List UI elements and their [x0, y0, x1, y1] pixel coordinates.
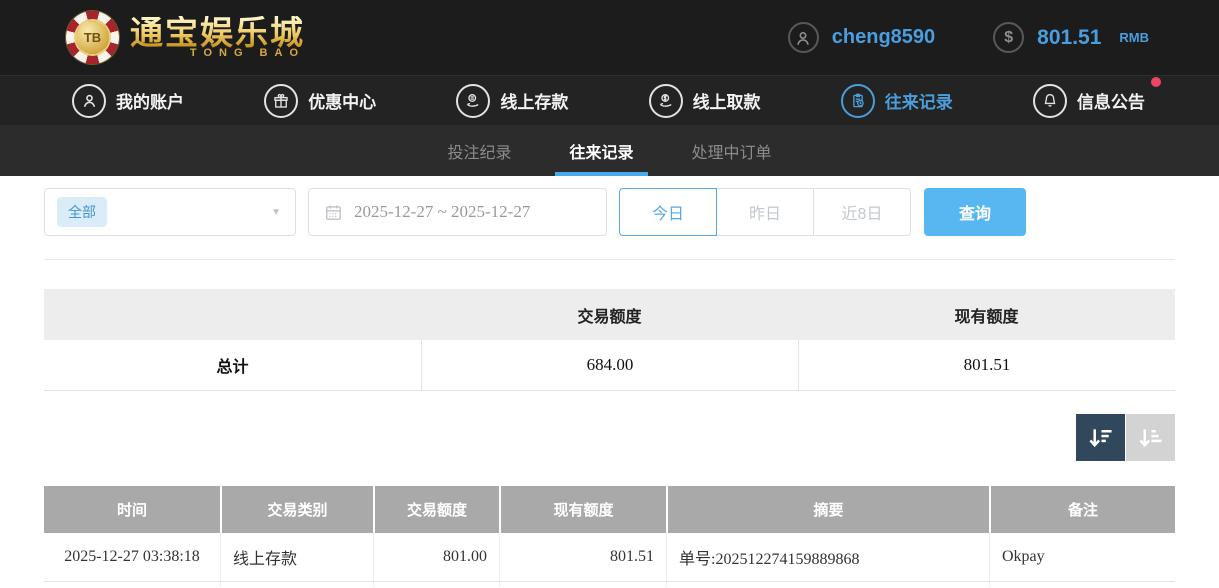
- gift-icon: [264, 84, 298, 118]
- filter-toolbar: 全部 ▼ 2025-12-27 ~ 2025-12-27 今日 昨日 近8日 查…: [44, 188, 1175, 236]
- sort-controls: [44, 414, 1175, 461]
- top-header-bar: TB 通宝娱乐城 TONG BAO cheng8590 $ 801.51 RMB: [0, 0, 1219, 75]
- summary-header-current-amount: 现有额度: [798, 303, 1175, 327]
- currency-label: RMB: [1119, 30, 1149, 45]
- tab-pending-orders[interactable]: 处理中订单: [686, 125, 778, 176]
- cell-summary: 单号:202512274159889868: [666, 533, 989, 581]
- sort-descending-button[interactable]: [1076, 414, 1125, 461]
- summary-total-label: 总计: [44, 340, 421, 390]
- nav-item-my-account[interactable]: 我的账户: [72, 84, 184, 118]
- selected-category-tag: 全部: [57, 197, 107, 227]
- poker-chip-logo-icon: TB: [66, 11, 119, 64]
- yesterday-button[interactable]: 昨日: [716, 188, 814, 236]
- date-range-value: 2025-12-27 ~ 2025-12-27: [354, 202, 530, 222]
- dollar-coin-icon: $: [993, 22, 1024, 53]
- today-button[interactable]: 今日: [619, 188, 717, 236]
- site-logo[interactable]: TB 通宝娱乐城 TONG BAO: [66, 11, 305, 64]
- quick-date-button-group: 今日 昨日 近8日: [619, 188, 911, 236]
- nav-item-online-deposit[interactable]: 线上存款: [456, 84, 568, 118]
- summary-transaction-total: 684.00: [421, 340, 798, 390]
- nav-item-promotions[interactable]: 优惠中心: [264, 84, 376, 118]
- poker-chip-monogram: TB: [76, 21, 109, 54]
- calendar-icon: [324, 203, 343, 222]
- tab-label: 投注纪录: [447, 139, 511, 163]
- summary-header-row: 交易额度 现有额度: [44, 289, 1175, 340]
- brand-text: 通宝娱乐城 TONG BAO: [130, 16, 305, 60]
- tab-label: 处理中订单: [692, 139, 772, 163]
- nav-item-announcements[interactable]: 信息公告: [1033, 84, 1145, 118]
- brand-name-chinese: 通宝娱乐城: [130, 16, 305, 51]
- summary-header-transaction-amount: 交易额度: [421, 303, 798, 327]
- chevron-down-icon: ▼: [271, 207, 281, 218]
- horizontal-divider: [44, 259, 1175, 260]
- tab-betting-records[interactable]: 投注纪录: [441, 125, 517, 176]
- withdraw-coin-icon: [649, 84, 683, 118]
- sort-ascending-button[interactable]: [1126, 414, 1175, 461]
- cell-type: 线上存款: [220, 533, 373, 581]
- cell-time: 2025-12-27 03:38:18: [44, 533, 220, 581]
- column-header-note: 备注: [989, 486, 1175, 533]
- brand-name-english: TONG BAO: [190, 47, 305, 59]
- username-text: cheng8590: [832, 26, 935, 49]
- main-navigation-bar: 我的账户 优惠中心 线上存款: [0, 75, 1219, 125]
- balance-amount: 801.51: [1037, 26, 1101, 50]
- cell-balance: 801.51: [499, 533, 666, 581]
- last-8-days-button[interactable]: 近8日: [813, 188, 911, 236]
- user-icon: [72, 84, 106, 118]
- nav-label: 线上存款: [500, 88, 568, 113]
- header-right-section: cheng8590 $ 801.51 RMB: [788, 22, 1149, 53]
- secondary-tab-bar: 投注纪录 往来记录 处理中订单: [0, 125, 1219, 176]
- nav-label: 我的账户: [116, 88, 184, 113]
- cell-amount: 801.00: [373, 533, 499, 581]
- records-clipboard-icon: [841, 84, 875, 118]
- summary-table: 交易额度 现有额度 总计 684.00 801.51: [44, 289, 1175, 391]
- user-account-link[interactable]: cheng8590: [788, 22, 935, 53]
- column-header-amount: 交易额度: [373, 486, 499, 533]
- tab-label: 往来记录: [569, 139, 633, 163]
- nav-item-transaction-records[interactable]: 往来记录: [841, 84, 953, 118]
- table-header-row: 时间 交易类别 交易额度 现有额度 摘要 备注: [44, 486, 1175, 533]
- balance-display[interactable]: $ 801.51 RMB: [993, 22, 1149, 53]
- nav-label: 信息公告: [1077, 88, 1145, 113]
- notification-dot: [1151, 77, 1161, 87]
- table-row-partial: [44, 582, 1175, 587]
- nav-label: 往来记录: [885, 88, 953, 113]
- transactions-table: 时间 交易类别 交易额度 现有额度 摘要 备注 2025-12-27 03:38…: [44, 486, 1175, 587]
- search-button[interactable]: 查询: [924, 188, 1026, 236]
- summary-current-total: 801.51: [798, 340, 1175, 390]
- date-range-picker[interactable]: 2025-12-27 ~ 2025-12-27: [308, 188, 607, 236]
- nav-label: 线上取款: [693, 88, 761, 113]
- category-select[interactable]: 全部 ▼: [44, 188, 296, 236]
- tab-transaction-records[interactable]: 往来记录: [563, 125, 639, 176]
- table-row: 2025-12-27 03:38:18 线上存款 801.00 801.51 单…: [44, 533, 1175, 582]
- cell-note: Okpay: [989, 533, 1175, 581]
- nav-item-online-withdraw[interactable]: 线上取款: [649, 84, 761, 118]
- deposit-coin-icon: [456, 84, 490, 118]
- user-avatar-icon: [788, 22, 819, 53]
- bell-icon: [1033, 84, 1067, 118]
- column-header-summary: 摘要: [666, 486, 989, 533]
- column-header-time: 时间: [44, 486, 220, 533]
- nav-label: 优惠中心: [308, 88, 376, 113]
- column-header-type: 交易类别: [220, 486, 373, 533]
- content-area: 全部 ▼ 2025-12-27 ~ 2025-12-27 今日 昨日 近8日 查…: [0, 176, 1219, 587]
- column-header-balance: 现有额度: [499, 486, 666, 533]
- summary-total-row: 总计 684.00 801.51: [44, 340, 1175, 391]
